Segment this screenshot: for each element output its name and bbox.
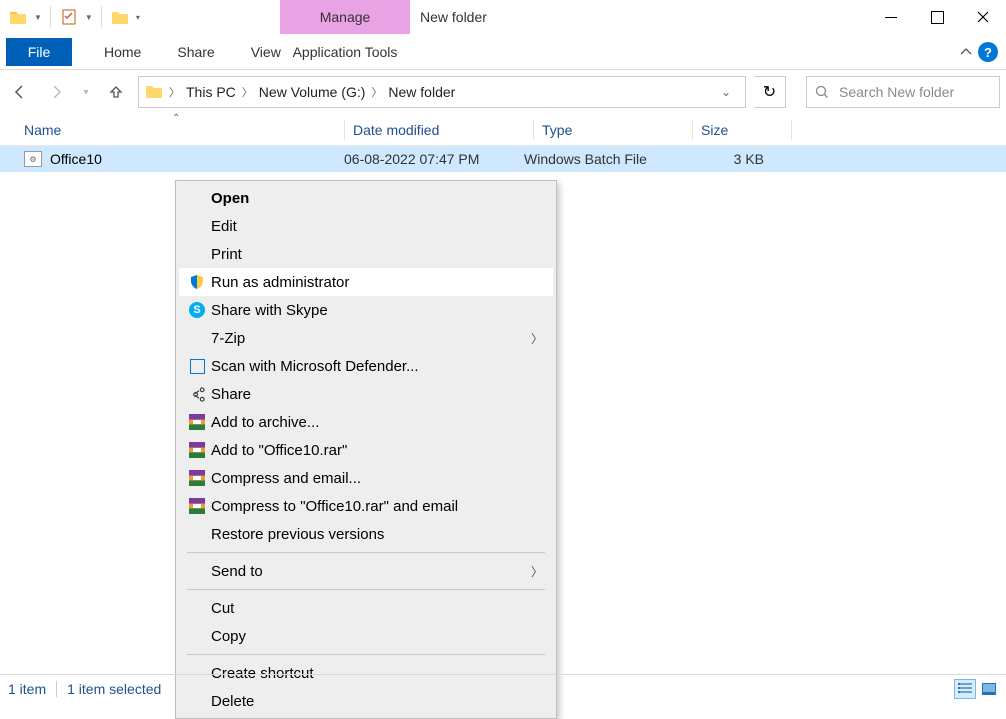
details-view-button[interactable] [954,679,976,699]
expand-ribbon-icon[interactable] [960,44,972,58]
file-date: 06-08-2022 07:47 PM [344,151,524,167]
folder-icon[interactable] [6,5,30,29]
qat-dropdown[interactable]: ▼ [85,13,93,22]
breadcrumb-volume[interactable]: New Volume (G:) [259,84,366,100]
separator [101,6,102,28]
search-placeholder: Search New folder [839,84,954,100]
menu-run-as-administrator[interactable]: Run as administrator [179,268,553,296]
forward-button[interactable] [42,78,70,106]
breadcrumb-this-pc[interactable]: This PC [186,84,236,100]
recent-locations-button[interactable]: ▾ [78,78,94,106]
refresh-button[interactable]: ↻ [754,76,786,108]
item-count: 1 item [8,681,46,697]
column-separator[interactable] [791,120,792,140]
separator [50,6,51,28]
close-button[interactable] [960,0,1006,34]
file-type: Windows Batch File [524,151,694,167]
menu-7zip[interactable]: 7-Zip〉 [179,324,553,352]
share-icon [183,387,211,402]
rar-icon [189,470,205,486]
menu-compress-rar-email[interactable]: Compress to "Office10.rar" and email [179,492,553,520]
application-tools-tab[interactable]: Application Tools [280,34,410,70]
column-separator[interactable] [344,120,345,140]
status-bar: 1 item 1 item selected [0,674,1006,702]
column-date[interactable]: Date modified [353,122,533,138]
ribbon: File Home Share View Application Tools ? [0,34,1006,70]
help-button[interactable]: ? [978,42,998,62]
menu-add-rar[interactable]: Add to "Office10.rar" [179,436,553,464]
column-separator[interactable] [533,120,534,140]
menu-copy[interactable]: Copy [179,622,553,650]
column-type[interactable]: Type [542,122,692,138]
menu-cut[interactable]: Cut [179,594,553,622]
address-dropdown-icon[interactable]: ⌄ [713,85,739,99]
menu-open[interactable]: Open [179,184,553,212]
column-headers: Name ⌃ Date modified Type Size [0,114,1006,146]
menu-send-to[interactable]: Send to〉 [179,557,553,585]
menu-share[interactable]: Share [179,380,553,408]
skype-icon: S [189,302,205,318]
properties-icon[interactable] [57,5,81,29]
chevron-right-icon[interactable]: 〉 [169,84,180,100]
menu-separator [187,552,545,553]
rar-icon [189,498,205,514]
menu-edit[interactable]: Edit [179,212,553,240]
qat-dropdown[interactable]: ▼ [34,13,42,22]
window-title: New folder [420,0,487,34]
contextual-tab-header: Manage [280,0,410,34]
address-bar[interactable]: 〉 This PC 〉 New Volume (G:) 〉 New folder… [138,76,746,108]
home-tab[interactable]: Home [86,34,159,70]
menu-defender-scan[interactable]: Scan with Microsoft Defender... [179,352,553,380]
chevron-right-icon[interactable]: 〉 [371,84,382,100]
share-tab[interactable]: Share [159,34,232,70]
menu-print[interactable]: Print [179,240,553,268]
up-button[interactable] [102,78,130,106]
navigation-bar: ▾ 〉 This PC 〉 New Volume (G:) 〉 New fold… [0,70,1006,114]
file-tab[interactable]: File [6,38,72,66]
column-size[interactable]: Size [701,122,791,138]
chevron-right-icon: 〉 [531,330,543,347]
chevron-right-icon[interactable]: 〉 [242,84,253,100]
batch-file-icon: ⚙ [24,151,42,167]
new-folder-icon[interactable] [108,5,132,29]
window-controls [868,0,1006,34]
file-row[interactable]: ⚙ Office10 06-08-2022 07:47 PM Windows B… [0,146,1006,172]
rar-icon [189,442,205,458]
menu-separator [187,589,545,590]
search-box[interactable]: Search New folder [806,76,1000,108]
search-icon [815,85,829,99]
file-name: Office10 [50,151,102,167]
maximize-button[interactable] [914,0,960,34]
column-name[interactable]: Name ⌃ [24,122,344,138]
quick-access-toolbar: ▼ ▼ ▾ [0,0,142,34]
back-button[interactable] [6,78,34,106]
qat-customize[interactable]: ▾ [136,13,140,22]
title-bar: ▼ ▼ ▾ Manage New folder [0,0,1006,34]
menu-restore-versions[interactable]: Restore previous versions [179,520,553,548]
thumbnails-view-button[interactable] [978,679,1000,699]
defender-icon [190,359,205,374]
folder-icon [145,83,163,102]
minimize-button[interactable] [868,0,914,34]
file-size: 3 KB [694,151,764,167]
selection-count: 1 item selected [67,681,161,697]
context-menu: Open Edit Print Run as administrator S S… [175,180,557,719]
separator [56,681,57,697]
chevron-right-icon: 〉 [531,563,543,580]
menu-separator [187,654,545,655]
menu-compress-email[interactable]: Compress and email... [179,464,553,492]
menu-add-archive[interactable]: Add to archive... [179,408,553,436]
menu-share-skype[interactable]: S Share with Skype [179,296,553,324]
rar-icon [189,414,205,430]
column-separator[interactable] [692,120,693,140]
shield-icon [189,274,205,290]
breadcrumb-current[interactable]: New folder [388,84,455,100]
sort-asc-icon: ⌃ [172,113,180,124]
